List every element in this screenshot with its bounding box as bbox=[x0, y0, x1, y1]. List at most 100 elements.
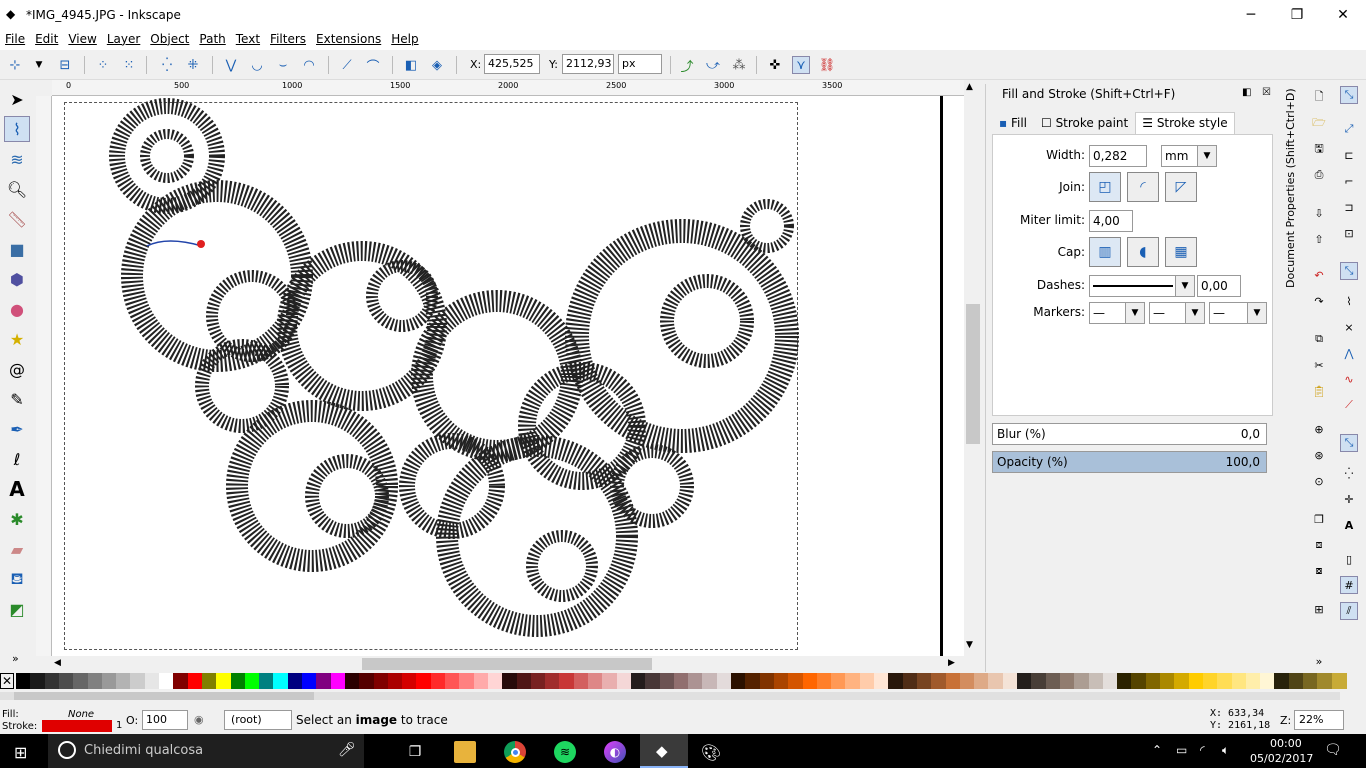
color-swatch[interactable] bbox=[759, 673, 775, 689]
dialog-iconify-icon[interactable]: ◧ bbox=[1242, 87, 1251, 98]
snap-bbox-midpoint-icon[interactable]: ⊐ bbox=[1340, 198, 1358, 216]
color-swatch[interactable] bbox=[187, 673, 203, 689]
copy-icon[interactable]: ⧉ bbox=[1310, 330, 1328, 348]
color-swatch[interactable] bbox=[602, 673, 618, 689]
menu-file[interactable]: File bbox=[0, 30, 30, 50]
menu-edit[interactable]: Edit bbox=[30, 30, 63, 50]
color-swatch[interactable] bbox=[502, 673, 518, 689]
path-effect-icon[interactable]: ⛓ bbox=[818, 56, 836, 74]
notifications-icon[interactable]: 🗨︎ bbox=[1324, 742, 1342, 758]
snap-grid-icon[interactable]: # bbox=[1340, 576, 1358, 594]
color-swatch[interactable] bbox=[874, 673, 889, 689]
chevron-down-icon[interactable]: ▼ bbox=[1197, 145, 1217, 167]
color-swatch[interactable] bbox=[859, 673, 875, 689]
color-swatch[interactable] bbox=[1331, 673, 1347, 689]
color-swatch[interactable] bbox=[430, 673, 446, 689]
color-swatch[interactable] bbox=[273, 673, 289, 689]
color-swatch[interactable] bbox=[402, 673, 418, 689]
color-swatch[interactable] bbox=[1045, 673, 1061, 689]
clock-date[interactable]: 05/02/2017 bbox=[1250, 752, 1313, 765]
microphone-icon[interactable]: 🎤︎ bbox=[338, 742, 356, 758]
opacity-input[interactable]: 100 bbox=[142, 710, 188, 730]
menu-view[interactable]: View bbox=[63, 30, 101, 50]
battery-icon[interactable]: ▭ bbox=[1176, 743, 1187, 757]
cap-butt-button[interactable]: ▥ bbox=[1089, 237, 1121, 267]
export-icon[interactable]: ⇧ bbox=[1310, 230, 1328, 248]
delete-segment-icon[interactable]: ⁜ bbox=[184, 56, 202, 74]
clock-time[interactable]: 00:00 bbox=[1270, 737, 1302, 750]
color-swatch[interactable] bbox=[487, 673, 503, 689]
color-swatch[interactable] bbox=[1174, 673, 1190, 689]
color-swatch[interactable] bbox=[445, 673, 460, 689]
object-to-path-icon[interactable]: ◧ bbox=[402, 56, 420, 74]
color-swatch[interactable] bbox=[516, 673, 532, 689]
volume-icon[interactable]: 🔈︎ bbox=[1222, 743, 1229, 758]
join-round-button[interactable]: ◜ bbox=[1127, 172, 1159, 202]
color-swatch[interactable] bbox=[16, 673, 31, 689]
file-explorer-icon[interactable] bbox=[454, 741, 476, 763]
edit-clip-icon[interactable]: ✜ bbox=[766, 56, 784, 74]
minimize-button[interactable]: ─ bbox=[1228, 0, 1274, 30]
scroll-right-icon[interactable]: ▶ bbox=[948, 658, 955, 668]
fill-value[interactable]: None bbox=[68, 709, 94, 720]
node-cusp-icon[interactable]: ⋁ bbox=[222, 56, 240, 74]
color-swatch[interactable] bbox=[845, 673, 861, 689]
dropdown-arrow-icon[interactable]: ▼ bbox=[30, 56, 48, 74]
color-swatch[interactable] bbox=[302, 673, 317, 689]
horizontal-scroll-thumb[interactable] bbox=[362, 658, 652, 670]
color-swatch[interactable] bbox=[1231, 673, 1247, 689]
snap-text-baseline-icon[interactable]: A bbox=[1340, 516, 1358, 534]
scroll-down-icon[interactable]: ▼ bbox=[966, 640, 973, 650]
color-swatch[interactable] bbox=[1102, 673, 1118, 689]
segment-line-icon[interactable]: ⟋ bbox=[338, 56, 356, 74]
color-swatch[interactable] bbox=[201, 673, 217, 689]
document-properties-tab[interactable]: Document Properties (Shift+Ctrl+D) bbox=[1282, 88, 1300, 288]
stroke-to-path-icon[interactable]: ◈ bbox=[428, 56, 446, 74]
color-swatch[interactable] bbox=[259, 673, 275, 689]
maximize-button[interactable]: ❐ bbox=[1274, 0, 1320, 30]
color-swatch[interactable] bbox=[144, 673, 160, 689]
snap-bbox-corner-icon[interactable]: ⌐ bbox=[1340, 172, 1358, 190]
color-swatch[interactable] bbox=[802, 673, 818, 689]
zoom-selection-icon[interactable]: ⊕ bbox=[1310, 420, 1328, 438]
color-swatch[interactable] bbox=[688, 673, 704, 689]
layer-visibility-icon[interactable]: ◉ bbox=[194, 713, 204, 726]
color-swatch[interactable] bbox=[1088, 673, 1104, 689]
color-swatch[interactable] bbox=[1274, 673, 1290, 689]
tab-stroke-style[interactable]: ☰ Stroke style bbox=[1135, 112, 1235, 134]
color-swatch[interactable] bbox=[1160, 673, 1175, 689]
commands-more-icon[interactable]: » bbox=[1310, 652, 1328, 670]
clone-icon[interactable]: ⧈ bbox=[1310, 536, 1328, 554]
snap-rotation-center-icon[interactable]: ✛ bbox=[1340, 490, 1358, 508]
join-bevel-button[interactable]: ◸ bbox=[1165, 172, 1197, 202]
color-swatch[interactable] bbox=[230, 673, 246, 689]
chevron-down-icon[interactable]: ▼ bbox=[1185, 302, 1205, 324]
color-swatch[interactable] bbox=[702, 673, 718, 689]
color-swatch[interactable] bbox=[988, 673, 1004, 689]
y-input[interactable]: 2112,93 bbox=[562, 54, 614, 74]
menu-object[interactable]: Object bbox=[145, 30, 194, 50]
color-swatch[interactable] bbox=[130, 673, 146, 689]
join-nodes-icon[interactable]: ⁘ bbox=[94, 56, 112, 74]
tab-fill[interactable]: ▪ Fill bbox=[992, 112, 1034, 134]
cap-square-button[interactable]: ▦ bbox=[1165, 237, 1197, 267]
color-swatch[interactable] bbox=[959, 673, 975, 689]
color-swatch[interactable] bbox=[416, 673, 432, 689]
color-swatch[interactable] bbox=[731, 673, 746, 689]
color-swatch[interactable] bbox=[58, 673, 74, 689]
undo-icon[interactable]: ↶ bbox=[1310, 266, 1328, 284]
drawing-canvas[interactable] bbox=[52, 96, 964, 656]
color-swatch[interactable] bbox=[1145, 673, 1161, 689]
text-tool-icon[interactable]: A bbox=[4, 476, 30, 502]
scroll-left-icon[interactable]: ◀ bbox=[54, 658, 61, 668]
color-swatch[interactable] bbox=[659, 673, 675, 689]
color-swatch[interactable] bbox=[344, 673, 360, 689]
snap-bbox-center-icon[interactable]: ⊡ bbox=[1340, 224, 1358, 242]
rectangle-tool-icon[interactable]: ■ bbox=[4, 236, 30, 262]
close-button[interactable]: ✕ bbox=[1320, 0, 1366, 30]
color-swatch[interactable] bbox=[559, 673, 575, 689]
color-swatch[interactable] bbox=[645, 673, 661, 689]
menu-layer[interactable]: Layer bbox=[102, 30, 145, 50]
import-icon[interactable]: ⇩ bbox=[1310, 204, 1328, 222]
color-swatch[interactable] bbox=[902, 673, 918, 689]
